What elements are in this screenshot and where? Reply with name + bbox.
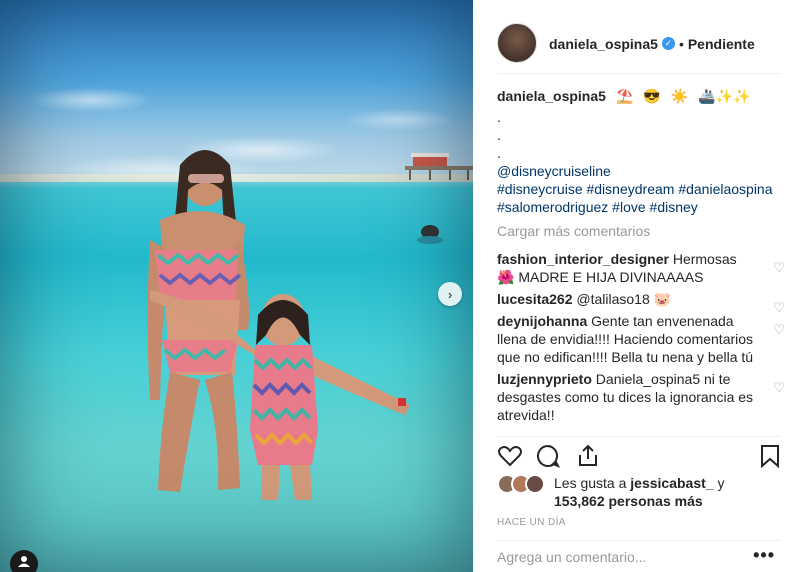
caption-dot: . — [497, 109, 501, 125]
caption-mention-link[interactable]: @disneycruiseline — [497, 162, 787, 180]
verified-badge-icon: ✓ — [661, 37, 675, 50]
comments-list[interactable]: daniela_ospina5 ⛱️ 😎 ☀️ 🚢✨✨ . . . @disne… — [497, 84, 787, 436]
more-options-icon[interactable]: ••• — [753, 545, 775, 566]
post-timestamp[interactable]: HACE UN DÍA — [497, 517, 566, 528]
comment-item: lucesita262 @talilaso18 🐷 ♡ — [497, 290, 787, 315]
mother-daughter-figures — [147, 150, 443, 500]
comment-username[interactable]: lucesita262 — [497, 291, 573, 307]
load-more-comments-button[interactable]: Cargar más comentarios — [497, 222, 787, 246]
caption-dots: . . . — [497, 108, 787, 162]
avatar[interactable] — [497, 22, 537, 63]
heart-icon[interactable]: ♡ — [773, 321, 785, 339]
comment-text: @talilaso18 🐷 — [576, 291, 672, 307]
likes-joiner: y — [717, 475, 725, 491]
caption-emoji: ☀️ — [670, 88, 689, 104]
header-username[interactable]: daniela_ospina5 — [549, 36, 658, 52]
liker-avatars — [497, 474, 547, 496]
likes-prefix: Les gusta a — [554, 475, 627, 491]
caption-dot: . — [497, 127, 501, 143]
caption-emoji: 😎 — [643, 88, 661, 104]
comment-item: deynijohanna Gente tan envenenada llena … — [497, 312, 787, 366]
heart-icon[interactable] — [497, 443, 523, 469]
tagged-users-button[interactable] — [10, 550, 38, 572]
likes-text: Les gusta a jessicabast_ y 153,862 perso… — [554, 474, 724, 510]
add-comment-bar: ••• — [497, 540, 781, 572]
caption-username[interactable]: daniela_ospina5 — [497, 87, 606, 105]
next-photo-button[interactable]: › — [438, 282, 462, 306]
separator-dot: • — [678, 35, 684, 52]
likes-summary: Les gusta a jessicabast_ y 153,862 perso… — [497, 472, 781, 512]
likes-count-link[interactable]: 153,862 personas más — [554, 493, 703, 509]
post-side-panel: daniela_ospina5 ✓ • Pendiente daniela_os… — [473, 0, 800, 572]
post-photo[interactable]: › — [0, 0, 473, 572]
heart-icon[interactable]: ♡ — [773, 259, 785, 277]
heart-icon[interactable]: ♡ — [773, 379, 785, 397]
user-icon — [18, 556, 30, 567]
chevron-right-icon: › — [447, 286, 453, 302]
caption-header: daniela_ospina5 ⛱️ 😎 ☀️ 🚢✨✨ — [497, 84, 787, 108]
caption-emoji: ⛱️ — [615, 88, 634, 104]
comment-icon[interactable] — [535, 443, 561, 469]
comment-username[interactable]: fashion_interior_designer — [497, 251, 669, 267]
post-header: daniela_ospina5 ✓ • Pendiente — [497, 14, 781, 74]
comment-item: luzjennyprieto Daniela_ospina5 ni te des… — [497, 370, 787, 424]
comment-username[interactable]: luzjennyprieto — [497, 371, 592, 387]
caption-dot: . — [497, 145, 501, 161]
share-icon[interactable] — [575, 443, 601, 469]
comment-username[interactable]: deynijohanna — [497, 313, 587, 329]
liker-avatar — [525, 474, 545, 494]
action-bar — [497, 436, 781, 472]
comment-item: fashion_interior_designer Hermosas 🌺 MAD… — [497, 250, 787, 286]
follow-status-button[interactable]: Pendiente — [688, 36, 755, 52]
comment-input[interactable] — [497, 548, 737, 565]
caption-emoji: 🚢✨✨ — [698, 88, 751, 104]
caption-hashtags[interactable]: #disneycruise #disneydream #danielaospin… — [497, 180, 787, 198]
likes-user-link[interactable]: jessicabast_ — [630, 475, 713, 491]
bookmark-icon[interactable] — [757, 443, 783, 469]
caption-hashtags[interactable]: #salomerodriguez #love #disney — [497, 198, 787, 216]
